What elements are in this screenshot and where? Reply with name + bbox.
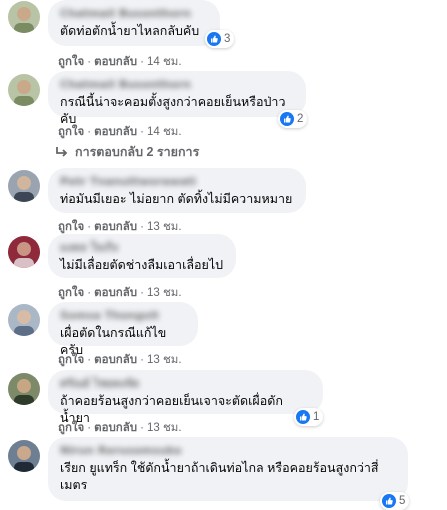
avatar[interactable] bbox=[8, 1, 40, 33]
reply-arrow-icon bbox=[56, 147, 68, 157]
comment-bubble: Petr Tnanuttworawati ท่อมันมีเยอะ ไม่อยา… bbox=[48, 168, 306, 213]
reaction-number: 2 bbox=[297, 113, 304, 125]
comment-text: ท่อมันมีเยอะ ไม่อยาก ตัดทิ้งไม่มีความหมา… bbox=[60, 192, 293, 206]
commenter-name[interactable]: มงคล ใจเกิง bbox=[60, 241, 224, 255]
view-replies-label: การตอบกลับ 2 รายการ bbox=[75, 145, 200, 159]
comment-actions: ถูกใจ · ตอบกลับ · 14 ชม. bbox=[58, 56, 182, 68]
like-icon bbox=[382, 494, 396, 508]
comment-bubble: Chatmail Busonthorn ตัดท่อตักน้ำยาไหลกลั… bbox=[48, 0, 220, 46]
timestamp[interactable]: 14 ชม. bbox=[147, 56, 182, 68]
comment-bubble: Chatmail Busonthorn กรณีนี้น่าจะคอมตั้งส… bbox=[48, 71, 306, 126]
commenter-name[interactable]: Petr Tnanuttworawati bbox=[60, 175, 294, 189]
commenter-name[interactable]: Somsa Thongsit bbox=[60, 309, 186, 323]
like-icon bbox=[207, 32, 221, 46]
like-button[interactable]: ถูกใจ bbox=[58, 126, 84, 138]
reaction-number: 1 bbox=[313, 411, 320, 423]
reaction-count[interactable]: 1 bbox=[294, 408, 324, 426]
like-button[interactable]: ถูกใจ bbox=[58, 221, 84, 233]
reaction-number: 5 bbox=[399, 495, 406, 507]
reply-button[interactable]: ตอบกลับ bbox=[94, 422, 137, 434]
avatar[interactable] bbox=[8, 440, 40, 472]
like-icon bbox=[296, 410, 310, 424]
reply-button[interactable]: ตอบกลับ bbox=[94, 221, 137, 233]
timestamp[interactable]: 13 ชม. bbox=[147, 354, 182, 366]
reaction-number: 3 bbox=[224, 33, 231, 45]
comment-actions: ถูกใจ · ตอบกลับ · 13 ชม. bbox=[58, 354, 182, 366]
comment-bubble: มงคล ใจเกิง ไม่มีเลื่อยตัดช่างลืมเอาเลื่… bbox=[48, 234, 236, 278]
comment-text: เรียก ยูแทร็ก ใช้ดักน้ำยาถ้าเดินท่อไกล ห… bbox=[60, 461, 379, 492]
reply-button[interactable]: ตอบกลับ bbox=[94, 56, 137, 68]
commenter-name[interactable]: Chatmail Busonthorn bbox=[60, 7, 208, 21]
avatar[interactable] bbox=[8, 74, 40, 106]
comment-actions: ถูกใจ · ตอบกลับ · 14 ชม. bbox=[58, 126, 182, 138]
like-button[interactable]: ถูกใจ bbox=[58, 354, 84, 366]
comment-text: ไม่มีเลื่อยตัดช่างลืมเอาเลื่อยไป bbox=[60, 258, 224, 272]
timestamp[interactable]: 13 ชม. bbox=[147, 287, 182, 299]
commenter-name[interactable]: ศรัณย์ ไชยคงจัด bbox=[60, 377, 311, 391]
avatar[interactable] bbox=[8, 236, 40, 268]
comment-bubble: Somsa Thongsit เผื่อตัดในกรณีแก้ไขครับ bbox=[48, 302, 198, 357]
timestamp[interactable]: 13 ชม. bbox=[147, 422, 182, 434]
like-button[interactable]: ถูกใจ bbox=[58, 422, 84, 434]
view-replies-link[interactable]: การตอบกลับ 2 รายการ bbox=[55, 142, 199, 162]
reply-button[interactable]: ตอบกลับ bbox=[94, 287, 137, 299]
comment-text: ตัดท่อตักน้ำยาไหลกลับคับ bbox=[60, 24, 200, 38]
avatar[interactable] bbox=[8, 373, 40, 405]
timestamp[interactable]: 14 ชม. bbox=[147, 126, 182, 138]
reply-button[interactable]: ตอบกลับ bbox=[94, 354, 137, 366]
like-button[interactable]: ถูกใจ bbox=[58, 287, 84, 299]
like-icon bbox=[280, 112, 294, 126]
like-button[interactable]: ถูกใจ bbox=[58, 56, 84, 68]
commenter-name[interactable]: Nirun Rerusomsuko bbox=[60, 444, 396, 458]
avatar[interactable] bbox=[8, 304, 40, 336]
comment-bubble: ศรัณย์ ไชยคงจัด ถ้าคอยร้อนสูงกว่าคอยเย็น… bbox=[48, 370, 323, 425]
reaction-count[interactable]: 5 bbox=[380, 492, 410, 510]
comment-bubble: Nirun Rerusomsuko เรียก ยูแทร็ก ใช้ดักน้… bbox=[48, 437, 408, 501]
commenter-name[interactable]: Chatmail Busonthorn bbox=[60, 78, 294, 92]
comment-actions: ถูกใจ · ตอบกลับ · 13 ชม. bbox=[58, 422, 182, 434]
comment-actions: ถูกใจ · ตอบกลับ · 13 ชม. bbox=[58, 287, 182, 299]
reaction-count[interactable]: 2 bbox=[278, 110, 308, 128]
reaction-count[interactable]: 3 bbox=[205, 30, 235, 48]
avatar[interactable] bbox=[8, 170, 40, 202]
reply-button[interactable]: ตอบกลับ bbox=[94, 126, 137, 138]
timestamp[interactable]: 13 ชม. bbox=[147, 221, 182, 233]
